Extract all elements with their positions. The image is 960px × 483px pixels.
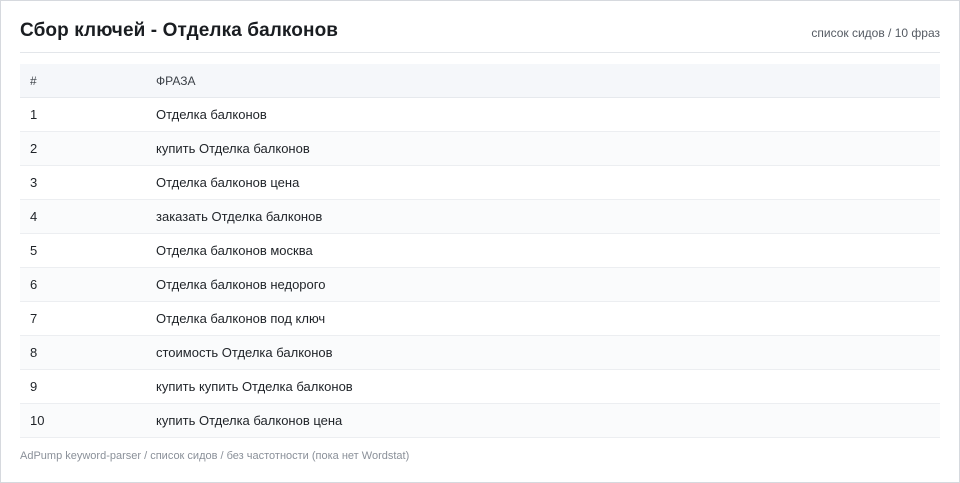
panel-header: Сбор ключей - Отделка балконов список си…: [20, 1, 940, 53]
row-number: 4: [30, 209, 38, 224]
row-number: 6: [30, 277, 38, 292]
row-phrase: Отделка балконов под ключ: [156, 311, 326, 326]
row-number: 1: [30, 107, 38, 122]
column-header-number: #: [30, 73, 37, 88]
row-number: 8: [30, 345, 38, 360]
row-number: 7: [30, 311, 38, 326]
row-number: 10: [30, 413, 45, 428]
page-subtitle: список сидов / 10 фраз: [811, 25, 940, 40]
table-row: 5 Отделка балконов москва: [20, 234, 940, 268]
table-row: 9 купить купить Отделка балконов: [20, 370, 940, 404]
row-phrase: Отделка балконов недорого: [156, 277, 326, 292]
table-row: 1 Отделка балконов: [20, 98, 940, 132]
row-phrase: Отделка балконов цена: [156, 175, 300, 190]
row-number: 2: [30, 141, 38, 156]
row-number: 9: [30, 379, 38, 394]
keywords-table: # ФРАЗА 1 Отделка балконов 2 купить Отделка…: [20, 64, 940, 438]
table-row: 7 Отделка балконов под ключ: [20, 302, 940, 336]
table-row: 3 Отделка балконов цена: [20, 166, 940, 200]
table-row: 2 купить Отделка балконов: [20, 132, 940, 166]
row-phrase: стоимость Отделка балконов: [156, 345, 333, 360]
column-header-phrase: ФРАЗА: [156, 73, 196, 88]
panel: Сбор ключей - Отделка балконов список си…: [0, 0, 960, 483]
row-phrase: купить Отделка балконов цена: [156, 413, 343, 428]
table-row: 10 купить Отделка балконов цена: [20, 404, 940, 438]
table-row: 6 Отделка балконов недорого: [20, 268, 940, 302]
row-phrase: Отделка балконов москва: [156, 243, 313, 258]
footer-note: AdPump keyword-parser / список сидов / б…: [20, 450, 410, 462]
table-header-row: # ФРАЗА: [20, 64, 940, 98]
page-title: Сбор ключей - Отделка балконов: [20, 19, 339, 41]
row-phrase: купить купить Отделка балконов: [156, 379, 353, 394]
table-row: 8 стоимость Отделка балконов: [20, 336, 940, 370]
row-phrase: купить Отделка балконов: [156, 141, 310, 156]
row-phrase: Отделка балконов: [156, 107, 267, 122]
table-body: 1 Отделка балконов 2 купить Отделка балконо…: [20, 98, 940, 438]
table-row: 4 заказать Отделка балконов: [20, 200, 940, 234]
row-number: 5: [30, 243, 38, 258]
row-phrase: заказать Отделка балконов: [156, 209, 323, 224]
row-number: 3: [30, 175, 38, 190]
